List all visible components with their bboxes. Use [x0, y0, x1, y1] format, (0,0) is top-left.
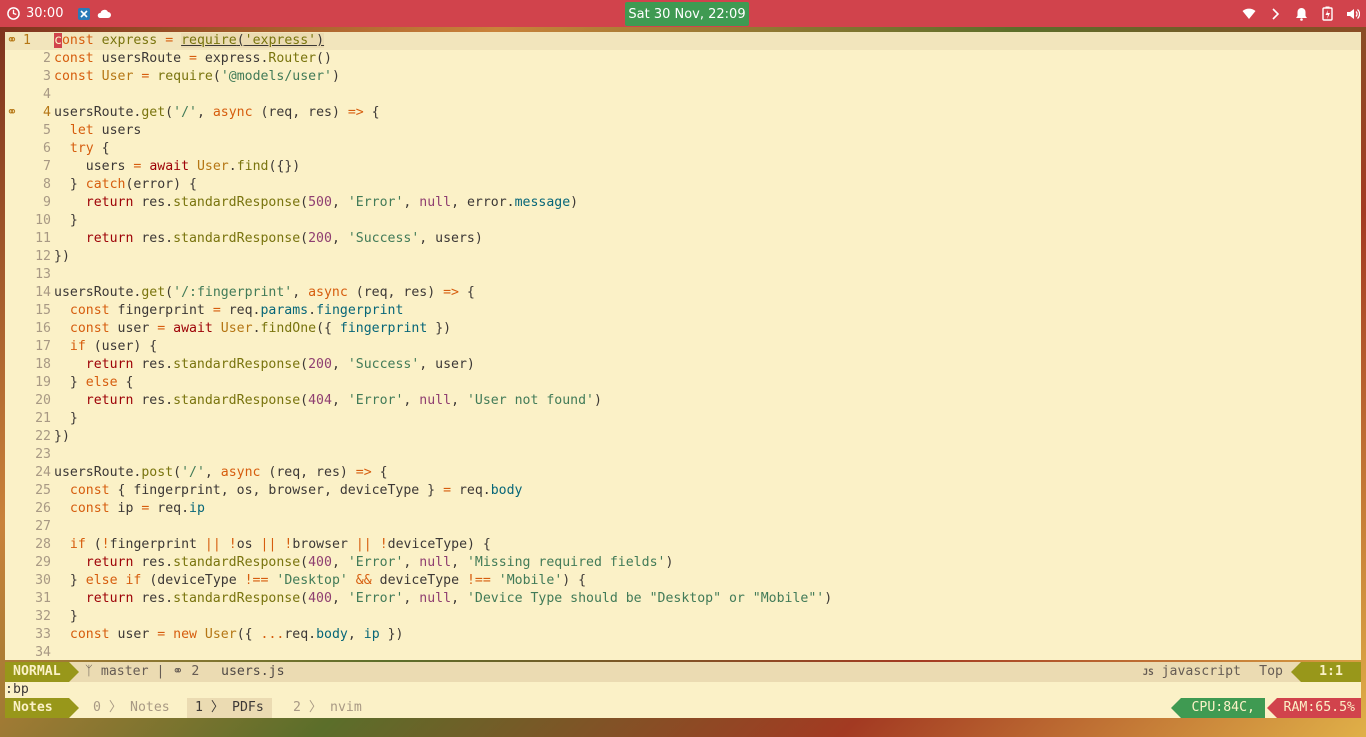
top-panel: 30:00 Sat 30 Nov, 22:09 — [0, 0, 1366, 27]
code-line[interactable]: 12}) — [5, 248, 1361, 266]
code-line[interactable]: 5 let users — [5, 122, 1361, 140]
window-name: nvim — [330, 700, 362, 715]
tmux-window-0[interactable]: 0 〉 Notes — [93, 698, 170, 718]
timer-text[interactable]: 30:00 — [26, 6, 63, 21]
git-branch-icon: ᛉ — [85, 664, 93, 679]
branch-name: master — [100, 664, 149, 679]
timer-icon[interactable] — [6, 7, 20, 21]
code-editor[interactable]: ⚭ 1 const express = require('express') 2 co… — [5, 32, 1361, 660]
code-line[interactable]: 6 try { — [5, 140, 1361, 158]
code-line[interactable]: 19 } else { — [5, 374, 1361, 392]
code-line[interactable]: 14 usersRoute.get('/:fingerprint', async … — [5, 284, 1361, 302]
code-line[interactable]: 22}) — [5, 428, 1361, 446]
code-line[interactable]: 32 } — [5, 608, 1361, 626]
mode-indicator: NORMAL — [5, 662, 79, 682]
ram-status: RAM:65.5% — [1267, 698, 1361, 718]
code-line[interactable]: 3 const User = require('@models/user') — [5, 68, 1361, 86]
code-line[interactable]: 8 } catch(error) { — [5, 176, 1361, 194]
file-type: JS javascript — [1143, 662, 1241, 683]
code-line[interactable]: 15 const fingerprint = req.params.finger… — [5, 302, 1361, 320]
scroll-position: Top — [1259, 664, 1283, 679]
chevron-right-icon: 〉 — [108, 700, 123, 715]
code-line[interactable]: 28 if (!fingerprint || !os || !browser |… — [5, 536, 1361, 554]
code-line[interactable]: 18 return res.standardResponse(200, 'Suc… — [5, 356, 1361, 374]
tmux-session[interactable]: Notes — [5, 698, 79, 718]
file-name: users.js — [221, 664, 285, 679]
status-line: NORMAL ᛉ master | ⚭ 2 users.js JS javasc… — [5, 662, 1361, 682]
chevron-right-icon[interactable] — [1268, 7, 1282, 21]
code-line[interactable]: ⚭ 4 usersRoute.get('/', async (req, res) =… — [5, 104, 1361, 122]
code-line[interactable]: 16 const user = await User.findOne({ fin… — [5, 320, 1361, 338]
lightbulb-icon[interactable]: ⚭ — [5, 32, 19, 50]
code-line[interactable]: 13 — [5, 266, 1361, 284]
app-icon[interactable] — [77, 7, 91, 21]
code-line[interactable]: 9 return res.standardResponse(500, 'Erro… — [5, 194, 1361, 212]
tmux-status-bar: Notes 0 〉 Notes 1 〉 PDFs 2 〉 nvim CPU:84… — [5, 698, 1361, 718]
tmux-window-2[interactable]: 2 〉 nvim — [293, 698, 362, 718]
code-line[interactable]: 20 return res.standardResponse(404, 'Err… — [5, 392, 1361, 410]
volume-icon[interactable] — [1346, 7, 1360, 21]
code-line[interactable]: 33 const user = new User({ ...req.body, … — [5, 626, 1361, 644]
code-line[interactable]: 25 const { fingerprint, os, browser, dev… — [5, 482, 1361, 500]
code-line[interactable]: 2 const usersRoute = express.Router() — [5, 50, 1361, 68]
javascript-icon: JS — [1142, 668, 1154, 678]
code-line[interactable]: ⚭ 1 const express = require('express') — [5, 32, 1361, 50]
tmux-window-1[interactable]: 1 〉 PDFs — [187, 698, 272, 718]
code-line[interactable]: 26 const ip = req.ip — [5, 500, 1361, 518]
code-line[interactable]: 24 usersRoute.post('/', async (req, res) … — [5, 464, 1361, 482]
cloud-icon[interactable] — [97, 7, 112, 21]
code-line[interactable]: 23 — [5, 446, 1361, 464]
lightbulb-icon[interactable]: ⚭ — [5, 104, 19, 122]
code-line[interactable]: 31 return res.standardResponse(400, 'Err… — [5, 590, 1361, 608]
hint-count: 2 — [191, 664, 200, 679]
command-line[interactable]: :bp — [5, 682, 1361, 698]
clock[interactable]: Sat 30 Nov, 22:09 — [625, 2, 749, 26]
code-line[interactable]: 11 return res.standardResponse(200, 'Suc… — [5, 230, 1361, 248]
window-name: PDFs — [232, 700, 264, 715]
window-name: Notes — [130, 700, 170, 715]
code-line[interactable]: 21 } — [5, 410, 1361, 428]
bell-icon[interactable] — [1294, 7, 1308, 21]
wifi-icon[interactable] — [1242, 7, 1256, 21]
chevron-right-icon: 〉 — [210, 700, 225, 715]
window-index: 2 — [293, 700, 301, 715]
code-line[interactable]: 10 } — [5, 212, 1361, 230]
lightbulb-icon: ⚭ — [172, 664, 184, 679]
cpu-status: CPU:84C, — [1171, 698, 1265, 718]
code-line[interactable]: 29 return res.standardResponse(400, 'Err… — [5, 554, 1361, 572]
separator: | — [156, 664, 165, 679]
window-index: 1 — [195, 700, 203, 715]
git-branch: ᛉ master | ⚭ 2 — [85, 662, 199, 682]
code-line[interactable]: 34 — [5, 644, 1361, 660]
window-index: 0 — [93, 700, 101, 715]
code-line[interactable]: 4 — [5, 86, 1361, 104]
code-line[interactable]: 27 — [5, 518, 1361, 536]
chevron-right-icon: 〉 — [308, 700, 323, 715]
cursor-position: 1:1 — [1291, 662, 1361, 682]
battery-charging-icon[interactable] — [1320, 6, 1334, 21]
code-line[interactable]: 7 users = await User.find({}) — [5, 158, 1361, 176]
code-line[interactable]: 17 if (user) { — [5, 338, 1361, 356]
file-type-label: javascript — [1161, 664, 1241, 679]
code-line[interactable]: 30 } else if (deviceType !== 'Desktop' &… — [5, 572, 1361, 590]
